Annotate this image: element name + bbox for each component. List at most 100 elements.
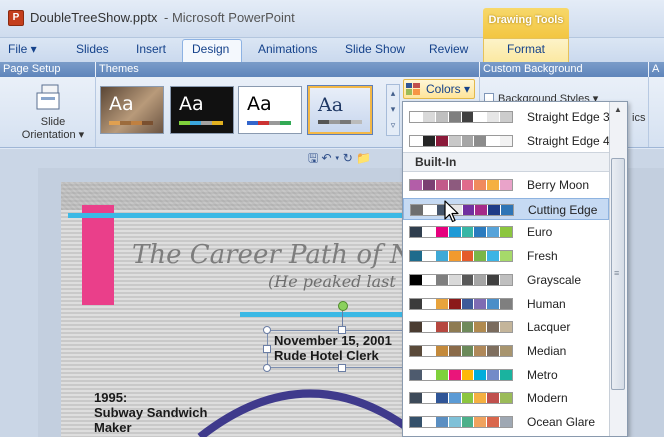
tab-slide-show[interactable]: Slide Show: [345, 42, 405, 56]
color-swatch: [500, 322, 512, 333]
slide-orientation-button[interactable]: Slide Orientation ▾: [14, 116, 92, 142]
theme-thumbnail-2[interactable]: Aa: [170, 86, 234, 134]
resize-handle[interactable]: [263, 326, 271, 334]
color-scheme-name: Grayscale: [527, 272, 582, 287]
color-swatch: [410, 345, 423, 356]
color-scheme-name: Straight Edge 3: [527, 110, 610, 124]
color-swatch: [448, 180, 462, 190]
themes-gallery-scroll[interactable]: ▴ ▾ ▿: [386, 84, 400, 136]
color-scheme-name: Fresh: [527, 249, 558, 264]
color-swatch: [461, 298, 475, 309]
theme-thumbnail-4-selected[interactable]: Aa: [307, 85, 373, 135]
pink-accent-rectangle[interactable]: [82, 205, 114, 305]
color-scheme-item[interactable]: Fresh: [403, 245, 609, 267]
job-line: Maker: [94, 420, 132, 435]
tab-design[interactable]: Design: [192, 42, 229, 56]
color-scheme-item[interactable]: Grayscale: [403, 269, 609, 291]
color-swatch: [487, 298, 501, 309]
color-scheme-item[interactable]: Modern: [403, 387, 609, 409]
color-scheme-item[interactable]: Cutting Edge: [403, 197, 609, 220]
tab-format[interactable]: Format: [507, 42, 545, 56]
color-swatch: [422, 274, 436, 285]
color-swatch: [500, 298, 512, 309]
color-swatch: [487, 251, 501, 262]
blue-accent-line[interactable]: [68, 213, 448, 218]
color-scheme-name: Cutting Edge: [528, 202, 598, 217]
color-scheme-item[interactable]: Ocean Glare: [403, 411, 609, 433]
partial-ribbon-label: ics: [632, 112, 646, 124]
slide-title[interactable]: The Career Path of N: [132, 240, 413, 270]
color-swatch: [410, 180, 423, 190]
blue-accent-line[interactable]: [240, 312, 420, 317]
resize-handle[interactable]: [263, 345, 271, 353]
color-swatch: [448, 298, 462, 309]
color-swatch: [474, 369, 488, 380]
color-scheme-item[interactable]: Euro: [403, 221, 609, 243]
color-swatch-strip: [410, 203, 514, 216]
powerpoint-window: P DoubleTreeShow.pptx - Microsoft PowerP…: [0, 0, 664, 437]
color-scheme-item[interactable]: Metro: [403, 364, 609, 386]
color-swatch: [435, 369, 449, 380]
color-swatch: [448, 369, 462, 380]
textbox-content[interactable]: November 15, 2001 Rude Hotel Clerk: [274, 333, 392, 363]
color-swatch: [461, 251, 475, 262]
theme-thumbnail-1[interactable]: Aa: [100, 86, 164, 134]
color-scheme-item[interactable]: Berry Moon: [403, 174, 609, 196]
color-swatch: [474, 180, 488, 190]
resize-handle[interactable]: [338, 364, 346, 372]
color-scheme-item[interactable]: Straight Edge 4: [403, 130, 610, 152]
color-swatch: [410, 393, 423, 404]
color-swatch: [435, 393, 449, 404]
color-scheme-item[interactable]: Lacquer: [403, 316, 609, 338]
color-scheme-item[interactable]: Human: [403, 293, 609, 315]
color-swatch: [422, 417, 436, 427]
color-swatch: [500, 251, 512, 262]
color-swatch-strip: [409, 273, 513, 286]
color-swatch: [487, 180, 501, 190]
resize-handle[interactable]: [263, 364, 271, 372]
color-swatch: [411, 204, 424, 215]
color-swatch: [487, 393, 501, 404]
theme-color-bar: [109, 121, 153, 125]
color-swatch: [500, 112, 512, 122]
color-swatch: [487, 227, 501, 238]
color-swatch: [435, 298, 449, 309]
powerpoint-app-icon[interactable]: P: [8, 10, 24, 26]
rotation-handle[interactable]: [338, 301, 348, 311]
tab-review[interactable]: Review: [429, 42, 468, 56]
color-swatch: [461, 393, 475, 404]
color-swatch: [500, 417, 512, 427]
color-swatch: [461, 369, 475, 380]
color-swatch: [448, 322, 462, 333]
color-swatch: [448, 417, 462, 427]
color-swatch: [435, 417, 449, 427]
color-swatch: [500, 345, 512, 356]
color-swatch: [487, 274, 501, 285]
color-swatch: [435, 274, 449, 285]
theme-sample-text: Aa: [318, 94, 344, 116]
tab-insert[interactable]: Insert: [136, 42, 166, 56]
job-line: Subway Sandwich: [94, 405, 208, 420]
document-title: DoubleTreeShow.pptx: [30, 10, 158, 25]
slide-orientation-icon[interactable]: [34, 83, 66, 113]
scroll-up-arrow-icon[interactable]: ▲: [609, 102, 627, 118]
group-separator: [648, 77, 649, 147]
color-scheme-name: Berry Moon: [527, 178, 590, 192]
color-scheme-item[interactable]: Median: [403, 340, 609, 362]
color-swatch: [474, 417, 488, 427]
timeline-entry[interactable]: 1995: Subway Sandwich Maker: [94, 390, 207, 435]
theme-thumbnail-3[interactable]: Aa: [238, 86, 302, 134]
group-page-setup-header: Page Setup: [0, 62, 95, 77]
tab-file[interactable]: File ▾: [8, 42, 37, 56]
theme-color-bar: [179, 121, 223, 125]
tab-slides[interactable]: Slides: [76, 42, 109, 56]
color-swatch-strip: [409, 321, 513, 334]
color-swatch: [474, 345, 488, 356]
quick-access-toolbar[interactable]: 🖫 ↶ ▾ ↻ 📁: [308, 149, 371, 170]
slide-subtitle[interactable]: (He peaked last: [268, 272, 396, 291]
timeline-arc[interactable]: [190, 360, 430, 437]
tab-animations[interactable]: Animations: [258, 42, 317, 56]
color-scheme-item[interactable]: Straight Edge 3: [403, 106, 610, 128]
palette-icon: [406, 83, 420, 95]
color-swatch: [448, 393, 462, 404]
